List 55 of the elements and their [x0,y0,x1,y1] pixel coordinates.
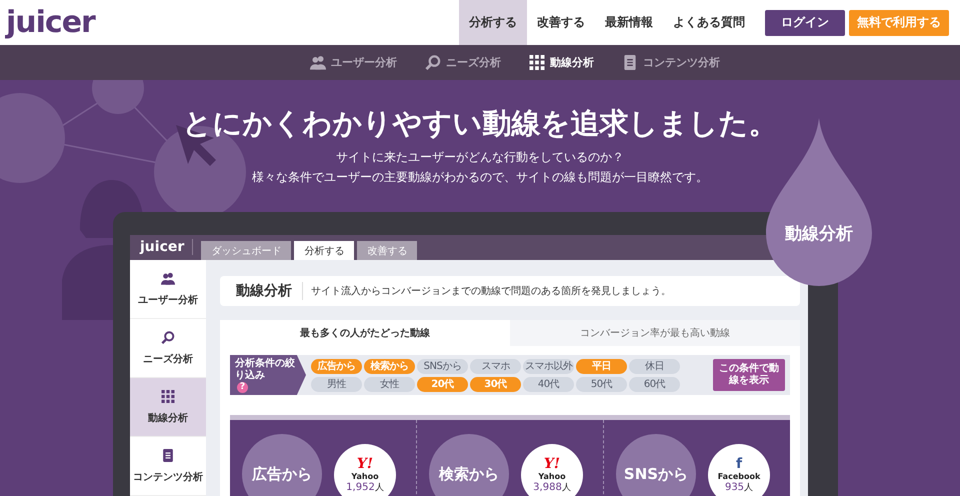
app-tab[interactable]: 分析する [294,241,354,260]
hero-subtitle: サイトに来たユーザーがどんな行動をしているのか？ [335,149,625,166]
help-icon[interactable]: ? [237,382,248,392]
users-icon [161,272,175,284]
nav-link[interactable]: 最新情報 [595,0,663,45]
site-logo: Y! [544,456,560,472]
view-tab[interactable]: コンバージョン率が最も高い動線 [510,320,800,346]
page-title: 動線分析 [220,282,303,300]
visitor-count: 1,952人 [346,480,384,494]
site-logo: f [736,456,742,472]
view-tab[interactable]: 最も多くの人がたどった動線 [220,320,510,346]
apply-filter-button[interactable]: この条件で動線を表示 [713,359,785,391]
juicer-logo[interactable]: juicer [6,5,95,40]
subnav-link[interactable]: 動線分析 [529,55,594,70]
nav-link[interactable]: 改善する [527,0,595,45]
filter-chip[interactable]: 40代 [523,376,574,392]
hero-heading: とにかくわかりやすい動線を追求しました。 [182,106,778,140]
visitor-count: 935人 [724,480,754,494]
grid-icon [529,55,545,70]
site-name: Yahoo [351,472,379,480]
filter-chip[interactable]: 女性 [364,376,415,392]
filter-label: 分析条件の絞り込み [235,358,296,382]
users-icon [310,55,326,70]
hero-subtitle: 様々な条件でユーザーの主要動線がわかるので、サイトの線も問題が一目瞭然です。 [251,169,709,186]
source-label: 検索から [439,464,499,484]
grid-icon [161,390,175,402]
app-logo: juicer [138,239,186,257]
site-name: Yahoo [538,472,566,480]
filter-chip[interactable]: スマホ [470,358,521,374]
app-tab[interactable]: 改善する [357,241,418,260]
document-icon [161,448,175,462]
subnav-link[interactable]: ユーザー分析 [310,55,397,70]
login-button[interactable]: ログイン [765,10,845,36]
filter-chip[interactable]: スマホ以外 [523,358,574,374]
search-icon [161,330,175,344]
drop-label: 動線分析 [784,223,854,245]
document-icon [622,55,638,70]
site-logo: Y! [356,456,374,472]
subnav-link[interactable]: コンテンツ分析 [622,55,720,70]
source-label: 広告から [252,464,312,484]
filter-chip[interactable]: SNSから [417,358,468,374]
app-tab[interactable]: ダッシュボード [201,241,292,260]
sidebar-item[interactable]: 動線分析 [130,378,206,437]
visitor-count: 3,988人 [533,480,571,494]
nav-link[interactable]: よくある質問 [663,0,755,45]
search-icon [425,55,441,70]
filter-chip[interactable]: 休日 [629,358,680,374]
nav-link[interactable]: 分析する [459,0,527,45]
filter-chip[interactable]: 男性 [311,376,362,392]
source-label: SNSから [624,464,688,484]
site-name: Facebook [718,472,760,480]
subnav-link[interactable]: ニーズ分析 [425,55,501,70]
filter-chip[interactable]: 50代 [576,376,627,392]
page-description: サイト流入からコンバージョンまでの動線で問題のある箇所を発見しましょう。 [310,284,671,298]
filter-chip[interactable]: 60代 [629,376,680,392]
